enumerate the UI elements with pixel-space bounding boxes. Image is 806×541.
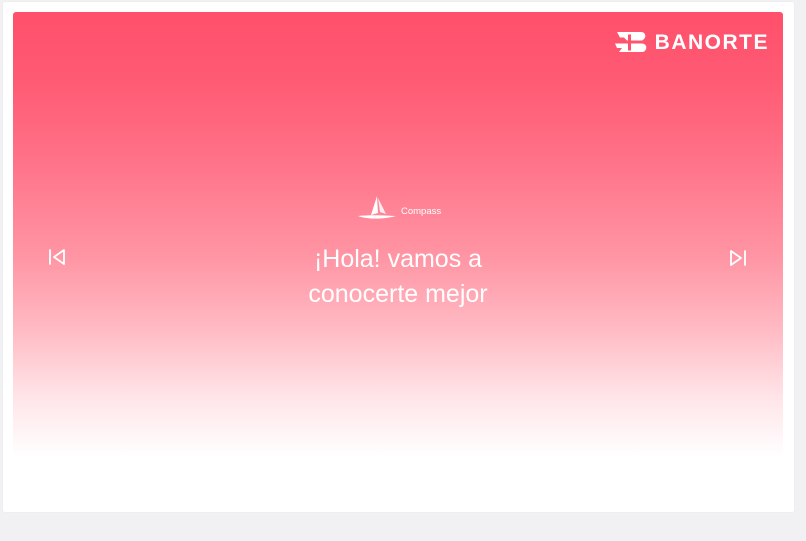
- page: BANORTE Compass ¡Hola! vamos a conocerte…: [0, 0, 806, 541]
- banorte-logo: BANORTE: [614, 30, 769, 54]
- skip-previous-icon: [49, 249, 65, 265]
- headline-line-2: conocerte mejor: [308, 280, 488, 308]
- compass-brand-name: Compass: [401, 205, 442, 217]
- welcome-headline: ¡Hola! vamos a conocerte mejor: [13, 242, 783, 312]
- banorte-logo-icon: [614, 32, 646, 52]
- next-button[interactable]: [726, 246, 750, 270]
- skip-next-icon: [730, 250, 746, 266]
- compass-brand: Compass: [357, 195, 441, 221]
- headline-line-1: ¡Hola! vamos a: [313, 245, 483, 273]
- compass-sail-logo-icon: [358, 196, 396, 219]
- previous-button[interactable]: [45, 245, 69, 269]
- welcome-hero: BANORTE Compass ¡Hola! vamos a conocerte…: [13, 12, 783, 457]
- banorte-logo-text: BANORTE: [654, 30, 769, 54]
